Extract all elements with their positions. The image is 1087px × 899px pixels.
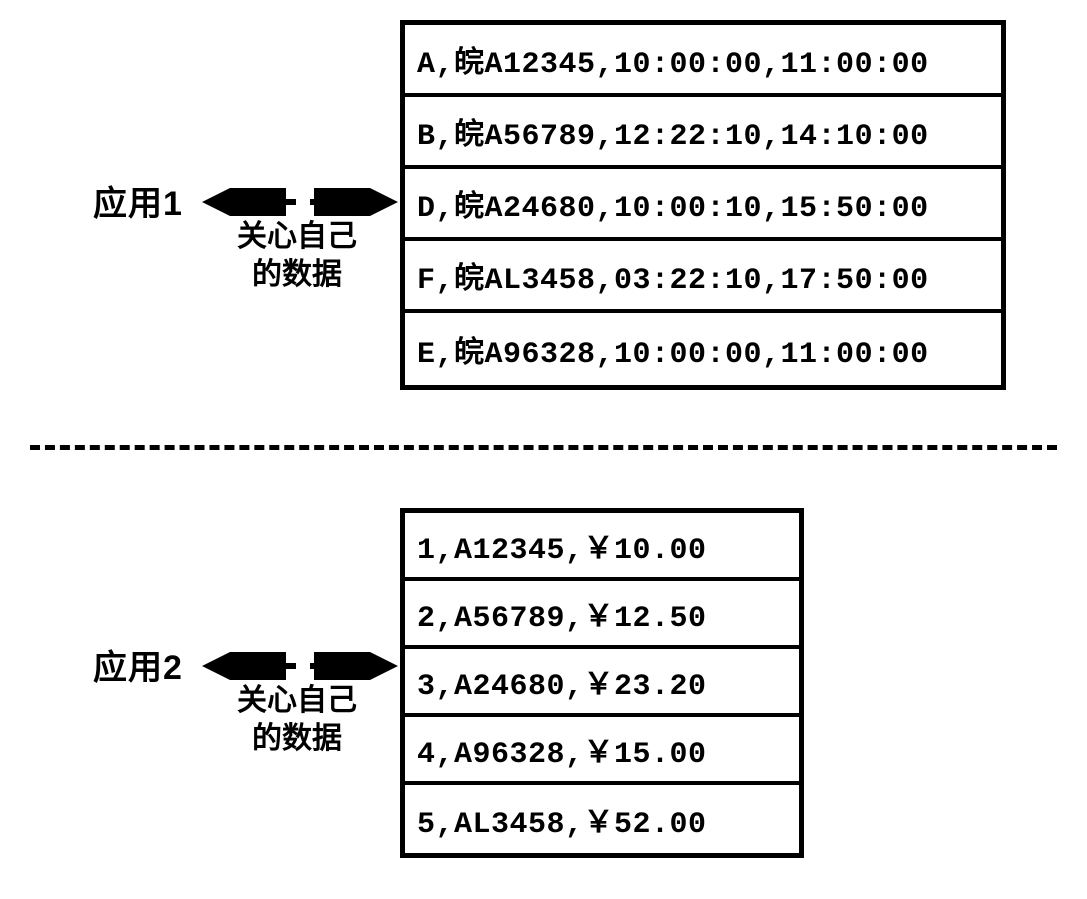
- table-row: 2,A56789,￥12.50: [405, 581, 799, 649]
- table-row: A,皖A12345,10:00:00,11:00:00: [405, 25, 1001, 97]
- section-app-1: 应用1 关心自己 的数据 A,皖A12345,10:00:00,11:00:00…: [0, 0, 1087, 445]
- table-row: 1,A12345,￥10.00: [405, 513, 799, 581]
- app-1-label: 应用1: [93, 176, 183, 225]
- app-2-label: 应用2: [93, 640, 183, 689]
- app-2-label-block: 应用2: [93, 640, 183, 689]
- data-table-2: 1,A12345,￥10.00 2,A56789,￥12.50 3,A24680…: [400, 508, 804, 858]
- table-row: E,皖A96328,10:00:00,11:00:00: [405, 313, 1001, 385]
- arrow-caption-1-line1: 关心自己: [237, 220, 357, 253]
- table-row: 5,AL3458,￥52.00: [405, 785, 799, 853]
- table-row: D,皖A24680,10:00:10,15:50:00: [405, 169, 1001, 241]
- app-1-label-block: 应用1: [93, 176, 183, 225]
- arrow-caption-2-line2: 的数据: [252, 722, 342, 755]
- data-table-1: A,皖A12345,10:00:00,11:00:00 B,皖A56789,12…: [400, 20, 1006, 390]
- table-row: 4,A96328,￥15.00: [405, 717, 799, 785]
- table-row: 3,A24680,￥23.20: [405, 649, 799, 717]
- arrow-caption-2: 关心自己 的数据: [212, 682, 382, 757]
- table-row: F,皖AL3458,03:22:10,17:50:00: [405, 241, 1001, 313]
- section-app-2: 应用2 关心自己 的数据 1,A12345,￥10.00 2,A56789,￥1…: [0, 450, 1087, 899]
- double-dashed-arrow-icon: [200, 654, 400, 678]
- arrow-caption-1-line2: 的数据: [252, 258, 342, 291]
- double-dashed-arrow-icon: [200, 190, 400, 214]
- arrow-caption-2-line1: 关心自己: [237, 684, 357, 717]
- table-row: B,皖A56789,12:22:10,14:10:00: [405, 97, 1001, 169]
- arrow-caption-1: 关心自己 的数据: [212, 218, 382, 293]
